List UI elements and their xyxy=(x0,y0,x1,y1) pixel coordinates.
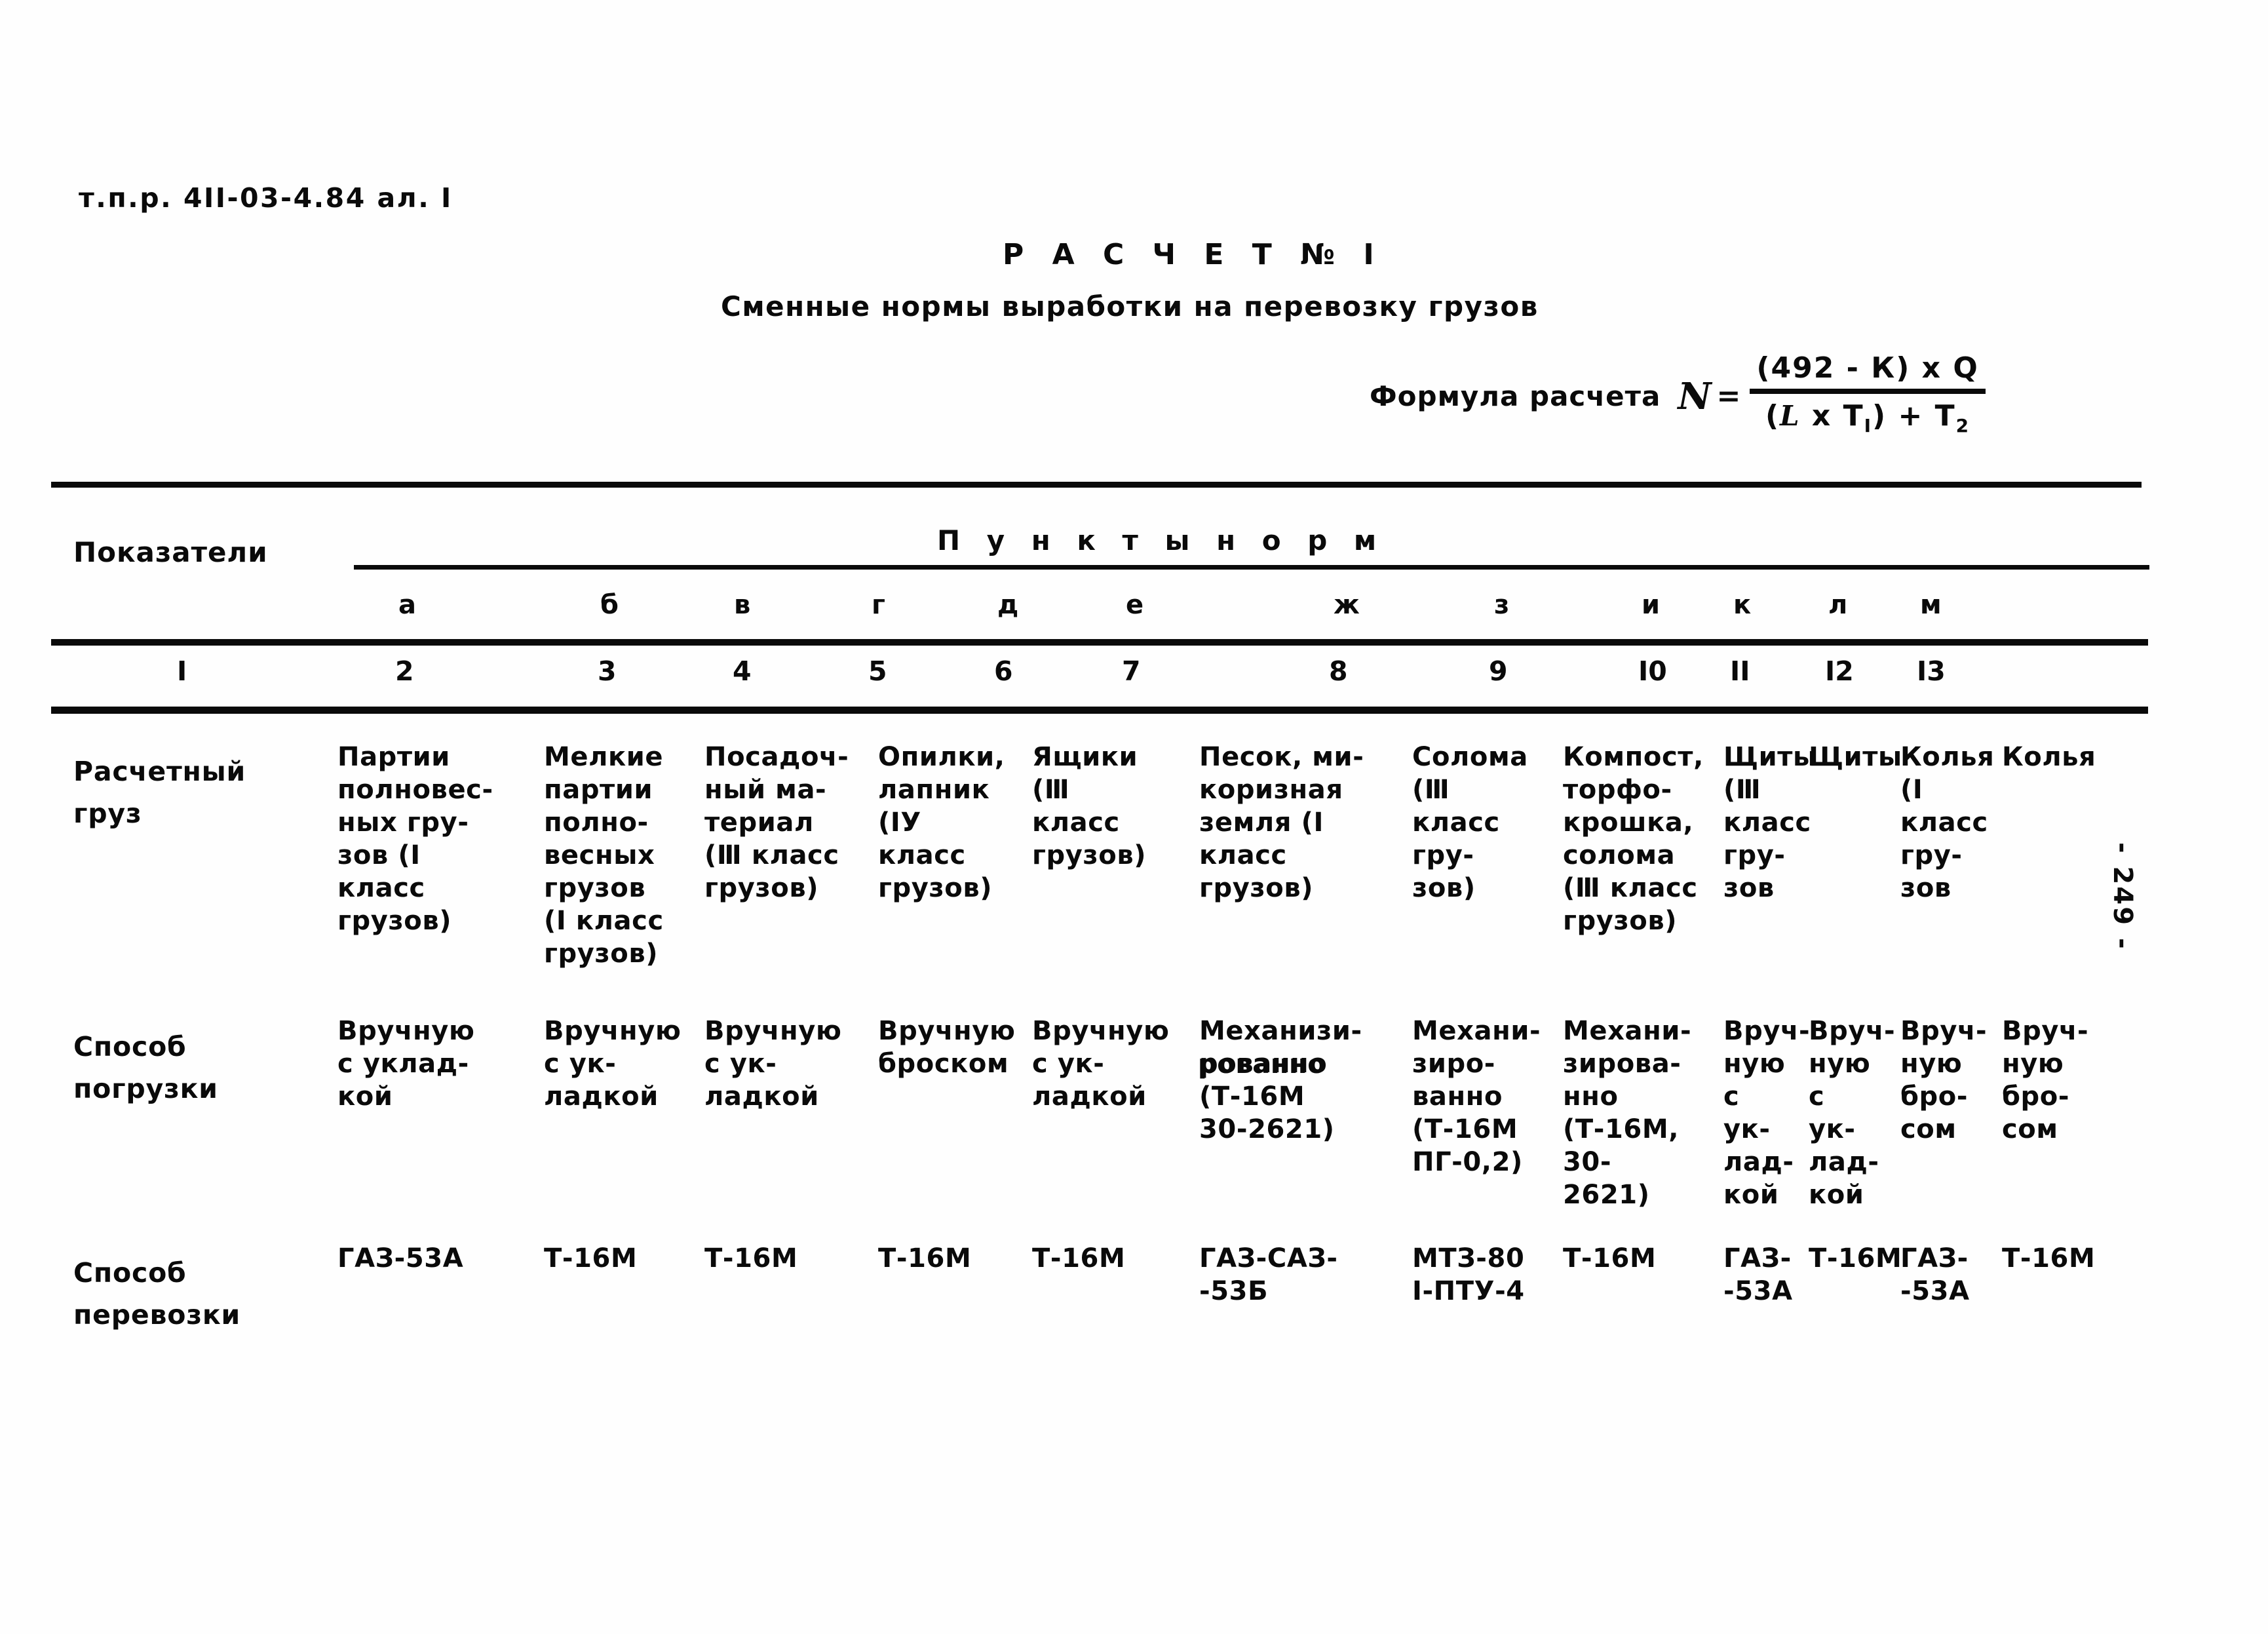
table-cell-r3-c2: ГАЗ-53А xyxy=(337,1243,464,1274)
table-cell-r2-c11: Вруч- ную с ук- лад- кой xyxy=(1809,1016,1896,1210)
column-number-4: 4 xyxy=(733,655,752,687)
denominator-open: ( xyxy=(1765,399,1780,433)
table-cell-r3-c4: Т-16М xyxy=(704,1243,798,1274)
formula-fraction: (492 - К) х Q (L х TI) + T2 xyxy=(1750,351,1986,437)
table-cell-r1-c6: Ящики (Ⅲ класс грузов) xyxy=(1032,742,1147,870)
column-letter-л: л xyxy=(1828,590,1848,620)
table-cell-r3-c12: ГАЗ- -53А xyxy=(1900,1243,1970,1306)
table-cell-r1-c7: Песок, ми- коризная земля (I класс грузо… xyxy=(1199,742,1364,903)
column-number-10: I0 xyxy=(1638,655,1667,687)
group-header-rule xyxy=(354,565,2149,570)
denominator-variable-l: L xyxy=(1780,400,1801,432)
column-letter-к: к xyxy=(1733,590,1752,620)
column-letter-а: а xyxy=(398,590,416,620)
formula-denominator: (L х TI) + T2 xyxy=(1759,394,1976,437)
table-cell-r2-c9: Механи- зирова- нно (Т-16М, 30- 2621) xyxy=(1563,1016,1692,1210)
row-label-sposob-perevozki: Способ перевозки xyxy=(73,1257,240,1331)
formula-symbol: N xyxy=(1678,374,1712,418)
column-number-2: 2 xyxy=(395,655,414,687)
column-letter-в: в xyxy=(734,590,751,620)
column-letter-б: б xyxy=(600,590,619,620)
column-number-1: I xyxy=(177,655,187,687)
table-cell-r3-c3: Т-16М xyxy=(544,1243,638,1274)
table-cell-r1-c3: Мелкие партии полно- весных грузов (I кл… xyxy=(544,742,664,969)
document-code: т.п.р. 4II-03-4.84 ал. I xyxy=(79,182,453,214)
table-cell-r2-c5: Вручную броском xyxy=(878,1016,1016,1079)
table-cell-r2-c7: Механизи-рованно рованно (Т-16М 30-2621) xyxy=(1198,1016,1362,1144)
column-number-6: 6 xyxy=(994,655,1013,687)
column-number-5: 5 xyxy=(868,655,887,687)
page-number: - 249 - xyxy=(2107,842,2138,951)
column-number-7: 7 xyxy=(1122,655,1141,687)
denominator-subscript-1: I xyxy=(1864,414,1873,437)
column-letter-з: з xyxy=(1494,590,1510,620)
group-column-header: П у н к т ы н о р м xyxy=(937,524,1385,556)
table-cell-r3-c10: ГАЗ- -53А xyxy=(1723,1243,1793,1306)
table-cell-r2-c2: Вручную с уклад- кой xyxy=(337,1016,475,1112)
formula-label: Формула расчета xyxy=(1370,380,1661,413)
page-title: Р А С Ч Е Т № I xyxy=(1003,238,1383,271)
page-subtitle: Сменные нормы выработки на перевозку гру… xyxy=(721,290,1539,322)
table-cell-r3-c13: Т-16М xyxy=(2002,1243,2096,1274)
column-letter-г: г xyxy=(872,590,885,620)
table-cell-r3-c9: Т-16М xyxy=(1563,1243,1657,1274)
row-label-raschetny-gruz: Расчетный груз xyxy=(73,756,246,829)
formula-equals: = xyxy=(1716,379,1741,414)
table-cell-r3-c11: Т-16М xyxy=(1809,1243,1902,1274)
table-top-rule xyxy=(51,482,2142,488)
column-letter-ж: ж xyxy=(1334,590,1360,620)
table-cell-r3-c8: МТЗ-80 I-ПТУ-4 xyxy=(1412,1243,1525,1306)
table-cell-r2-c8: Механи- зиро- ванно (Т-16М ПГ-0,2) xyxy=(1412,1016,1541,1177)
formula-fraction-bar xyxy=(1750,389,1986,394)
table-cell-r2-c3: Вручную с ук- ладкой xyxy=(544,1016,682,1112)
document-page: т.п.р. 4II-03-4.84 ал. I Р А С Ч Е Т № I… xyxy=(0,0,2268,1634)
table-cell-r1-c12: Колья (I класс гру- зов xyxy=(1900,742,1995,903)
table-cell-r1-c8: Солома (Ⅲ класс гру- зов) xyxy=(1412,742,1528,903)
table-cell-r1-c9: Компост, торфо- крошка, солома (Ⅲ класс … xyxy=(1563,742,1704,936)
table-cell-r1-c13: Колья xyxy=(2002,742,2096,772)
table-cell-r2-c13: Вруч- ную бро- сом xyxy=(2002,1016,2089,1144)
table-cell-r3-c5: Т-16М xyxy=(878,1243,972,1274)
column-letter-е: е xyxy=(1126,590,1144,620)
table-cell-r1-c10: Щиты (Ⅲ класс гру- зов xyxy=(1723,742,1817,903)
column-number-11: II xyxy=(1730,655,1750,687)
column-number-13: I3 xyxy=(1917,655,1946,687)
formula-numerator: (492 - К) х Q xyxy=(1756,351,1979,385)
column-letter-м: м xyxy=(1920,590,1942,620)
row-label-sposob-pogruzki: Способ погрузки xyxy=(73,1031,218,1104)
table-cell-r2-c12: Вруч- ную бро- сом xyxy=(1900,1016,1988,1144)
column-letter-д: д xyxy=(997,590,1019,620)
column-number-12: I2 xyxy=(1825,655,1854,687)
table-cell-r2-c6: Вручную с ук- ладкой xyxy=(1032,1016,1170,1112)
indicator-column-header: Показатели xyxy=(73,536,268,568)
letter-row-rule xyxy=(51,639,2148,646)
table-cell-r3-c6: Т-16М xyxy=(1032,1243,1126,1274)
denominator-mid: х T xyxy=(1800,399,1864,433)
table-cell-r1-c11: Щиты xyxy=(1809,742,1902,772)
table-cell-r2-c4: Вручную с ук- ладкой xyxy=(704,1016,842,1112)
denominator-post: ) + T xyxy=(1872,399,1956,433)
table-cell-r1-c2: Партии полновес- ных гру- зов (I класс г… xyxy=(337,742,493,936)
table-cell-r3-c7: ГАЗ-САЗ- -53Б xyxy=(1199,1243,1338,1306)
column-number-8: 8 xyxy=(1329,655,1348,687)
table-cell-r1-c4: Посадоч- ный ма- териал (Ⅲ класс грузов) xyxy=(704,742,849,903)
number-row-rule xyxy=(51,707,2148,714)
table-cell-r2-c10: Вруч- ную с ук- лад- кой xyxy=(1723,1016,1811,1210)
column-letter-и: и xyxy=(1642,590,1661,620)
column-number-9: 9 xyxy=(1489,655,1508,687)
denominator-subscript-2: 2 xyxy=(1955,414,1970,437)
calculation-formula: Формула расчета N = (492 - К) х Q (L х T… xyxy=(1370,351,1986,439)
overstruck-text: рованно xyxy=(1198,1049,1326,1080)
table-cell-r1-c5: Опилки, лапник (IУ класс грузов) xyxy=(878,742,1005,903)
column-number-3: 3 xyxy=(598,655,617,687)
